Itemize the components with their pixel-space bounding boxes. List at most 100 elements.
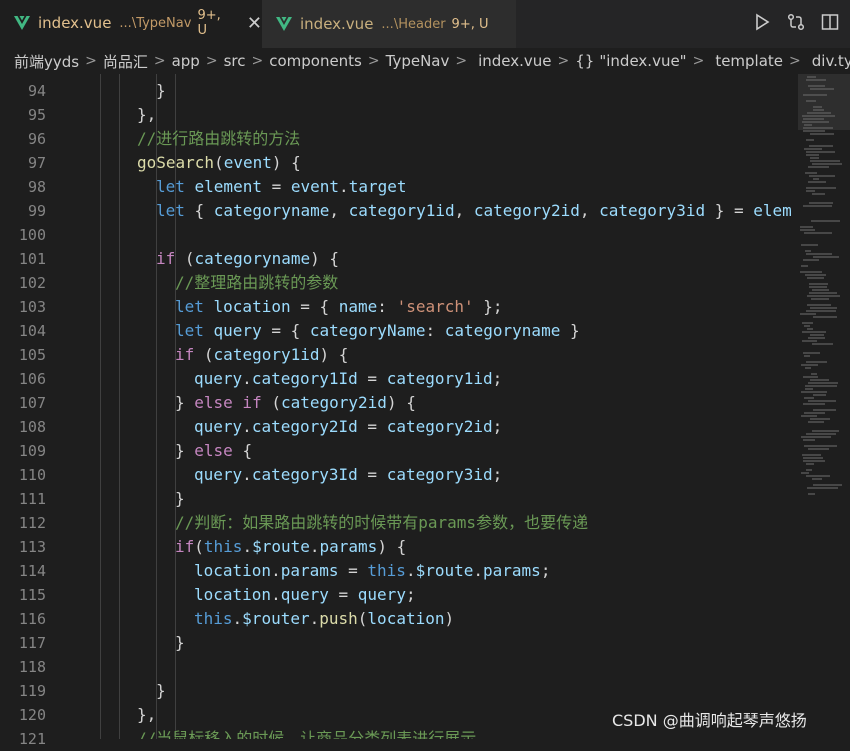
code-token: if (175, 537, 195, 556)
code-line: goSearch(event) { (137, 151, 301, 175)
code-token: location (194, 585, 272, 604)
minimap-line (810, 418, 830, 420)
code-token: 'search' (396, 297, 474, 316)
code-token: category3Id (251, 465, 358, 484)
code-token: query (194, 417, 243, 436)
minimap-line (804, 412, 825, 414)
code-token: ) { (377, 537, 407, 556)
compare-changes-icon[interactable] (786, 12, 806, 32)
line-number: 116 (18, 610, 46, 628)
breadcrumb-item[interactable]: 前端yyds (14, 51, 79, 72)
line-number: 113 (18, 538, 46, 556)
code-editor[interactable]: }},//进行路由跳转的方法 goSearch(event) {let eleme… (80, 74, 792, 739)
minimap-line (813, 256, 839, 258)
code-token: = (328, 585, 358, 604)
breadcrumb-item[interactable]: "index.vue" (599, 52, 686, 70)
code-token: . (339, 177, 349, 196)
minimap-line (803, 205, 832, 207)
code-token: ) { (386, 393, 416, 412)
code-token: ; (540, 561, 551, 580)
chevron-right-icon: > (692, 53, 705, 69)
tab-typenav-index-vue[interactable]: index.vue ...\TypeNav 9+, U ✕ (0, 0, 262, 48)
code-token: . (473, 561, 484, 580)
code-token: event (290, 177, 340, 196)
breadcrumb-item[interactable]: components (269, 52, 362, 70)
breadcrumb-item[interactable]: src (224, 52, 246, 70)
breadcrumb-item[interactable]: index.vue (478, 52, 551, 70)
breadcrumb-item[interactable]: div.ty (812, 52, 850, 70)
code-token: ) { (310, 249, 340, 268)
chevron-right-icon: > (85, 53, 97, 69)
code-token: ; (492, 465, 503, 484)
minimap-line (803, 457, 823, 459)
code-token: . (309, 537, 320, 556)
minimap-line (801, 364, 818, 366)
editor-tab-bar: index.vue ...\TypeNav 9+, U ✕ index.vue … (0, 0, 850, 48)
tab-header-index-vue[interactable]: index.vue ...\Header 9+, U (262, 0, 516, 48)
minimap-line (802, 331, 826, 333)
code-token: . (242, 417, 252, 436)
chevron-right-icon: > (557, 53, 570, 69)
code-token: let (156, 201, 195, 220)
breadcrumb-item[interactable]: TypeNav (386, 52, 450, 70)
code-token: ( (271, 393, 281, 412)
code-line: query.category3Id = category3id; (194, 463, 502, 487)
breadcrumb-item[interactable]: app (172, 52, 200, 70)
minimap-line (810, 157, 819, 159)
code-line: let location = { name: 'search' }; (175, 295, 503, 319)
code-token: } (175, 633, 185, 652)
line-number: 118 (18, 658, 46, 676)
code-line: } (156, 79, 166, 103)
code-token: categoryname (213, 201, 330, 220)
minimap-line (812, 163, 842, 165)
code-token: . (242, 369, 252, 388)
code-token: = { (290, 297, 339, 316)
chevron-right-icon: > (455, 53, 468, 69)
line-number: 96 (27, 130, 46, 148)
minimap-line (805, 388, 813, 390)
chevron-right-icon: > (251, 53, 264, 69)
minimap-line (805, 385, 837, 387)
code-line: if (categoryname) { (156, 247, 339, 271)
minimap-line (813, 178, 819, 180)
minimap-line (807, 295, 840, 297)
minimap-line (810, 133, 834, 135)
chevron-right-icon: > (367, 53, 380, 69)
minimap-line (808, 421, 824, 423)
minimap-line (810, 307, 837, 309)
line-number: 105 (18, 346, 46, 364)
code-token: //整理路由跳转的参数 (175, 273, 339, 292)
minimap-line (812, 430, 839, 432)
minimap-line (807, 487, 838, 489)
breadcrumb-item[interactable]: 尚品汇 (103, 51, 148, 72)
run-icon[interactable] (752, 12, 772, 32)
code-token: if (175, 345, 204, 364)
minimap-line (806, 154, 819, 156)
minimap[interactable] (798, 74, 850, 739)
code-line: //进行路由跳转的方法 (137, 127, 300, 151)
line-number: 106 (18, 370, 46, 388)
code-token: } (156, 81, 166, 100)
minimap-line (804, 232, 832, 234)
minimap-line (804, 355, 810, 357)
tab-file-status: 9+, U (197, 8, 221, 38)
close-icon[interactable]: ✕ (247, 13, 262, 34)
code-line: } else if (category2id) { (175, 391, 416, 415)
minimap-line (800, 313, 816, 315)
code-token: ( (357, 609, 368, 628)
minimap-line (801, 415, 817, 417)
editor-actions (752, 12, 840, 32)
minimap-line (803, 352, 820, 354)
code-token: $route (252, 537, 310, 556)
minimap-line (806, 190, 815, 192)
line-number: 108 (18, 418, 46, 436)
minimap-line (806, 361, 827, 363)
minimap-line (810, 379, 829, 381)
code-token: category1Id (251, 369, 358, 388)
code-token: elem (753, 201, 792, 220)
breadcrumb-item[interactable]: template (715, 52, 783, 70)
split-editor-icon[interactable] (820, 12, 840, 32)
minimap-line (806, 463, 814, 465)
code-token: push (319, 609, 358, 628)
minimap-line (811, 298, 829, 300)
